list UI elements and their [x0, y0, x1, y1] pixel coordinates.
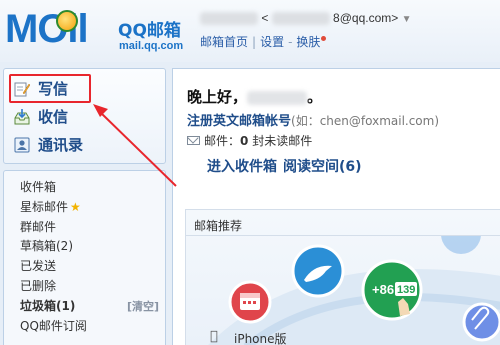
greeting: 晚上好，。	[187, 88, 323, 106]
contacts-button[interactable]: 通讯录	[14, 133, 154, 157]
apple-icon: 	[210, 329, 218, 344]
promo-illustration: +86 139	[208, 236, 500, 345]
logo-domain: mail.qq.com	[119, 40, 184, 52]
inbox-icon	[14, 108, 30, 124]
iphone-version-link[interactable]: iPhone版	[234, 330, 287, 345]
top-links: 邮箱首页 | 设置 - 换肤	[200, 33, 327, 50]
register-english-account-link[interactable]: 注册英文邮箱帐号(如：chen@foxmail.com)	[187, 110, 439, 129]
unread-count-value: 0	[240, 134, 249, 148]
reading-space-link[interactable]: 阅读空间(6)	[283, 159, 362, 175]
empty-spam-button[interactable]: [清空]	[127, 297, 159, 317]
folder-subscriptions[interactable]: QQ邮件订阅	[4, 317, 165, 337]
header: MOil QQ邮箱 mail.qq.com < 8@qq.com> ▼ 邮箱首页…	[0, 0, 500, 62]
register-hint: (如：chen@foxmail.com)	[291, 114, 440, 128]
folder-drafts[interactable]: 草稿箱(2)	[4, 237, 165, 257]
folder-group-mail[interactable]: 群邮件	[4, 218, 165, 238]
redacted-username	[200, 12, 258, 26]
skin-link[interactable]: 换肤	[296, 35, 320, 49]
promo-calendar-icon[interactable]	[228, 280, 272, 324]
folder-starred[interactable]: 星标邮件 ★	[4, 198, 165, 218]
logo-chinese-name: QQ邮箱	[118, 21, 181, 41]
redacted-name	[247, 90, 308, 105]
settings-link[interactable]: 设置	[260, 35, 284, 49]
promo-number: 139	[397, 284, 415, 296]
folder-sent[interactable]: 已发送	[4, 257, 165, 277]
folder-spam[interactable]: 垃圾箱(1) [清空]	[4, 297, 165, 317]
redacted-email	[271, 12, 330, 26]
home-link[interactable]: 邮箱首页	[200, 35, 248, 49]
contacts-label: 通讯录	[38, 136, 84, 154]
envelope-icon	[187, 136, 200, 145]
star-icon: ★	[70, 199, 81, 214]
quick-links: 进入收件箱 阅读空间(6)	[207, 156, 368, 176]
receive-label: 收信	[38, 108, 69, 126]
unread-count: 邮件：0 封未读邮件	[187, 132, 312, 149]
promo-attachment-icon[interactable]	[462, 302, 500, 342]
contacts-icon	[14, 136, 30, 152]
account-suffix: 8@qq.com>	[333, 11, 399, 25]
mailbox-recommend-panel: 邮箱推荐 +86 139 iPhone版	[185, 209, 500, 345]
folder-deleted[interactable]: 已删除	[4, 277, 165, 297]
receive-mail-button[interactable]: 收信	[14, 105, 154, 129]
folder-inbox[interactable]: 收件箱	[4, 178, 165, 198]
promo-phone-icon[interactable]: +86 139	[361, 259, 423, 321]
chevron-down-icon[interactable]: ▼	[402, 14, 412, 25]
promo-bird-icon[interactable]	[291, 244, 345, 298]
main-panel: 晚上好，。 注册英文邮箱帐号(如：chen@foxmail.com) 邮件：0 …	[172, 68, 500, 345]
account-menu[interactable]: < 8@qq.com> ▼	[200, 11, 412, 27]
folder-list: 收件箱 星标邮件 ★ 群邮件 草稿箱(2) 已发送 已删除 垃圾箱(1) [清空] …	[3, 170, 166, 345]
account-prefix: <	[261, 11, 269, 25]
annotation-highlight-box	[9, 74, 91, 103]
promo-badge: +86	[372, 282, 394, 297]
go-to-inbox-link[interactable]: 进入收件箱	[207, 159, 277, 175]
promo-title: 邮箱推荐	[194, 219, 243, 233]
logo-bell-icon	[56, 10, 78, 32]
new-badge-dot	[321, 36, 327, 41]
